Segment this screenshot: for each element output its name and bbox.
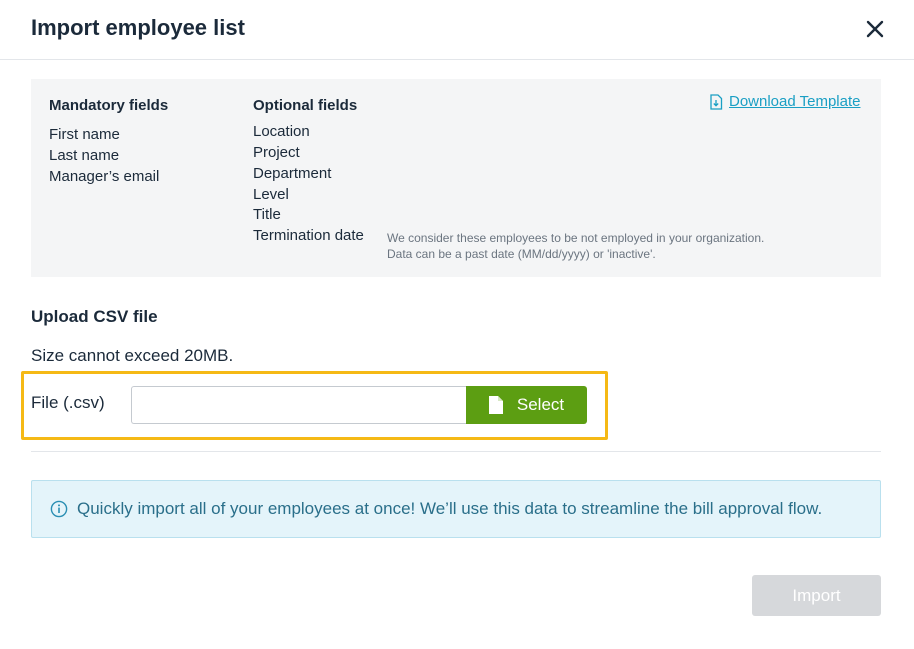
mandatory-field-item: Last name [49,147,120,164]
download-template-label: Download Template [729,93,861,110]
download-template-link[interactable]: Download Template [709,93,860,110]
optional-field-item: Project [253,144,300,161]
termination-note: We consider these employees to be not em… [387,230,764,262]
optional-field-item: Location [253,123,310,140]
download-file-icon [710,93,723,110]
optional-fields-heading: Optional fields [253,97,358,114]
select-file-label: Select [516,395,565,414]
mandatory-field-item: Manager’s email [49,168,160,185]
optional-field-item: Department [253,165,332,182]
info-banner-text: Quickly import all of your employees at … [77,499,823,518]
file-input-label: File (.csv) [31,393,105,412]
file-path-input[interactable] [131,386,467,424]
close-button[interactable] [862,16,888,42]
file-icon [488,396,503,414]
import-employee-dialog: Import employee list Mandatory fields Fi… [0,0,914,649]
optional-field-item: Termination date [253,227,364,244]
termination-note-line: We consider these employees to be not em… [387,231,765,245]
termination-note-line: Data can be a past date (MM/dd/yyyy) or … [387,247,656,261]
select-file-button[interactable]: Select [466,386,587,424]
close-icon [866,20,884,38]
size-limit-note: Size cannot exceed 20MB. [31,346,234,365]
dialog-title: Import employee list [31,15,245,40]
dialog-header: Import employee list [0,0,914,60]
info-banner: Quickly import all of your employees at … [31,480,881,538]
mandatory-fields-heading: Mandatory fields [49,97,169,114]
info-icon [50,500,68,518]
section-divider [31,451,881,452]
mandatory-field-item: First name [49,126,120,143]
optional-field-item: Title [253,206,281,223]
optional-field-item: Level [253,186,289,203]
fields-info-panel: Mandatory fields First name Last name Ma… [31,79,881,277]
import-button[interactable]: Import [752,575,881,616]
upload-section-title: Upload CSV file [31,307,158,326]
